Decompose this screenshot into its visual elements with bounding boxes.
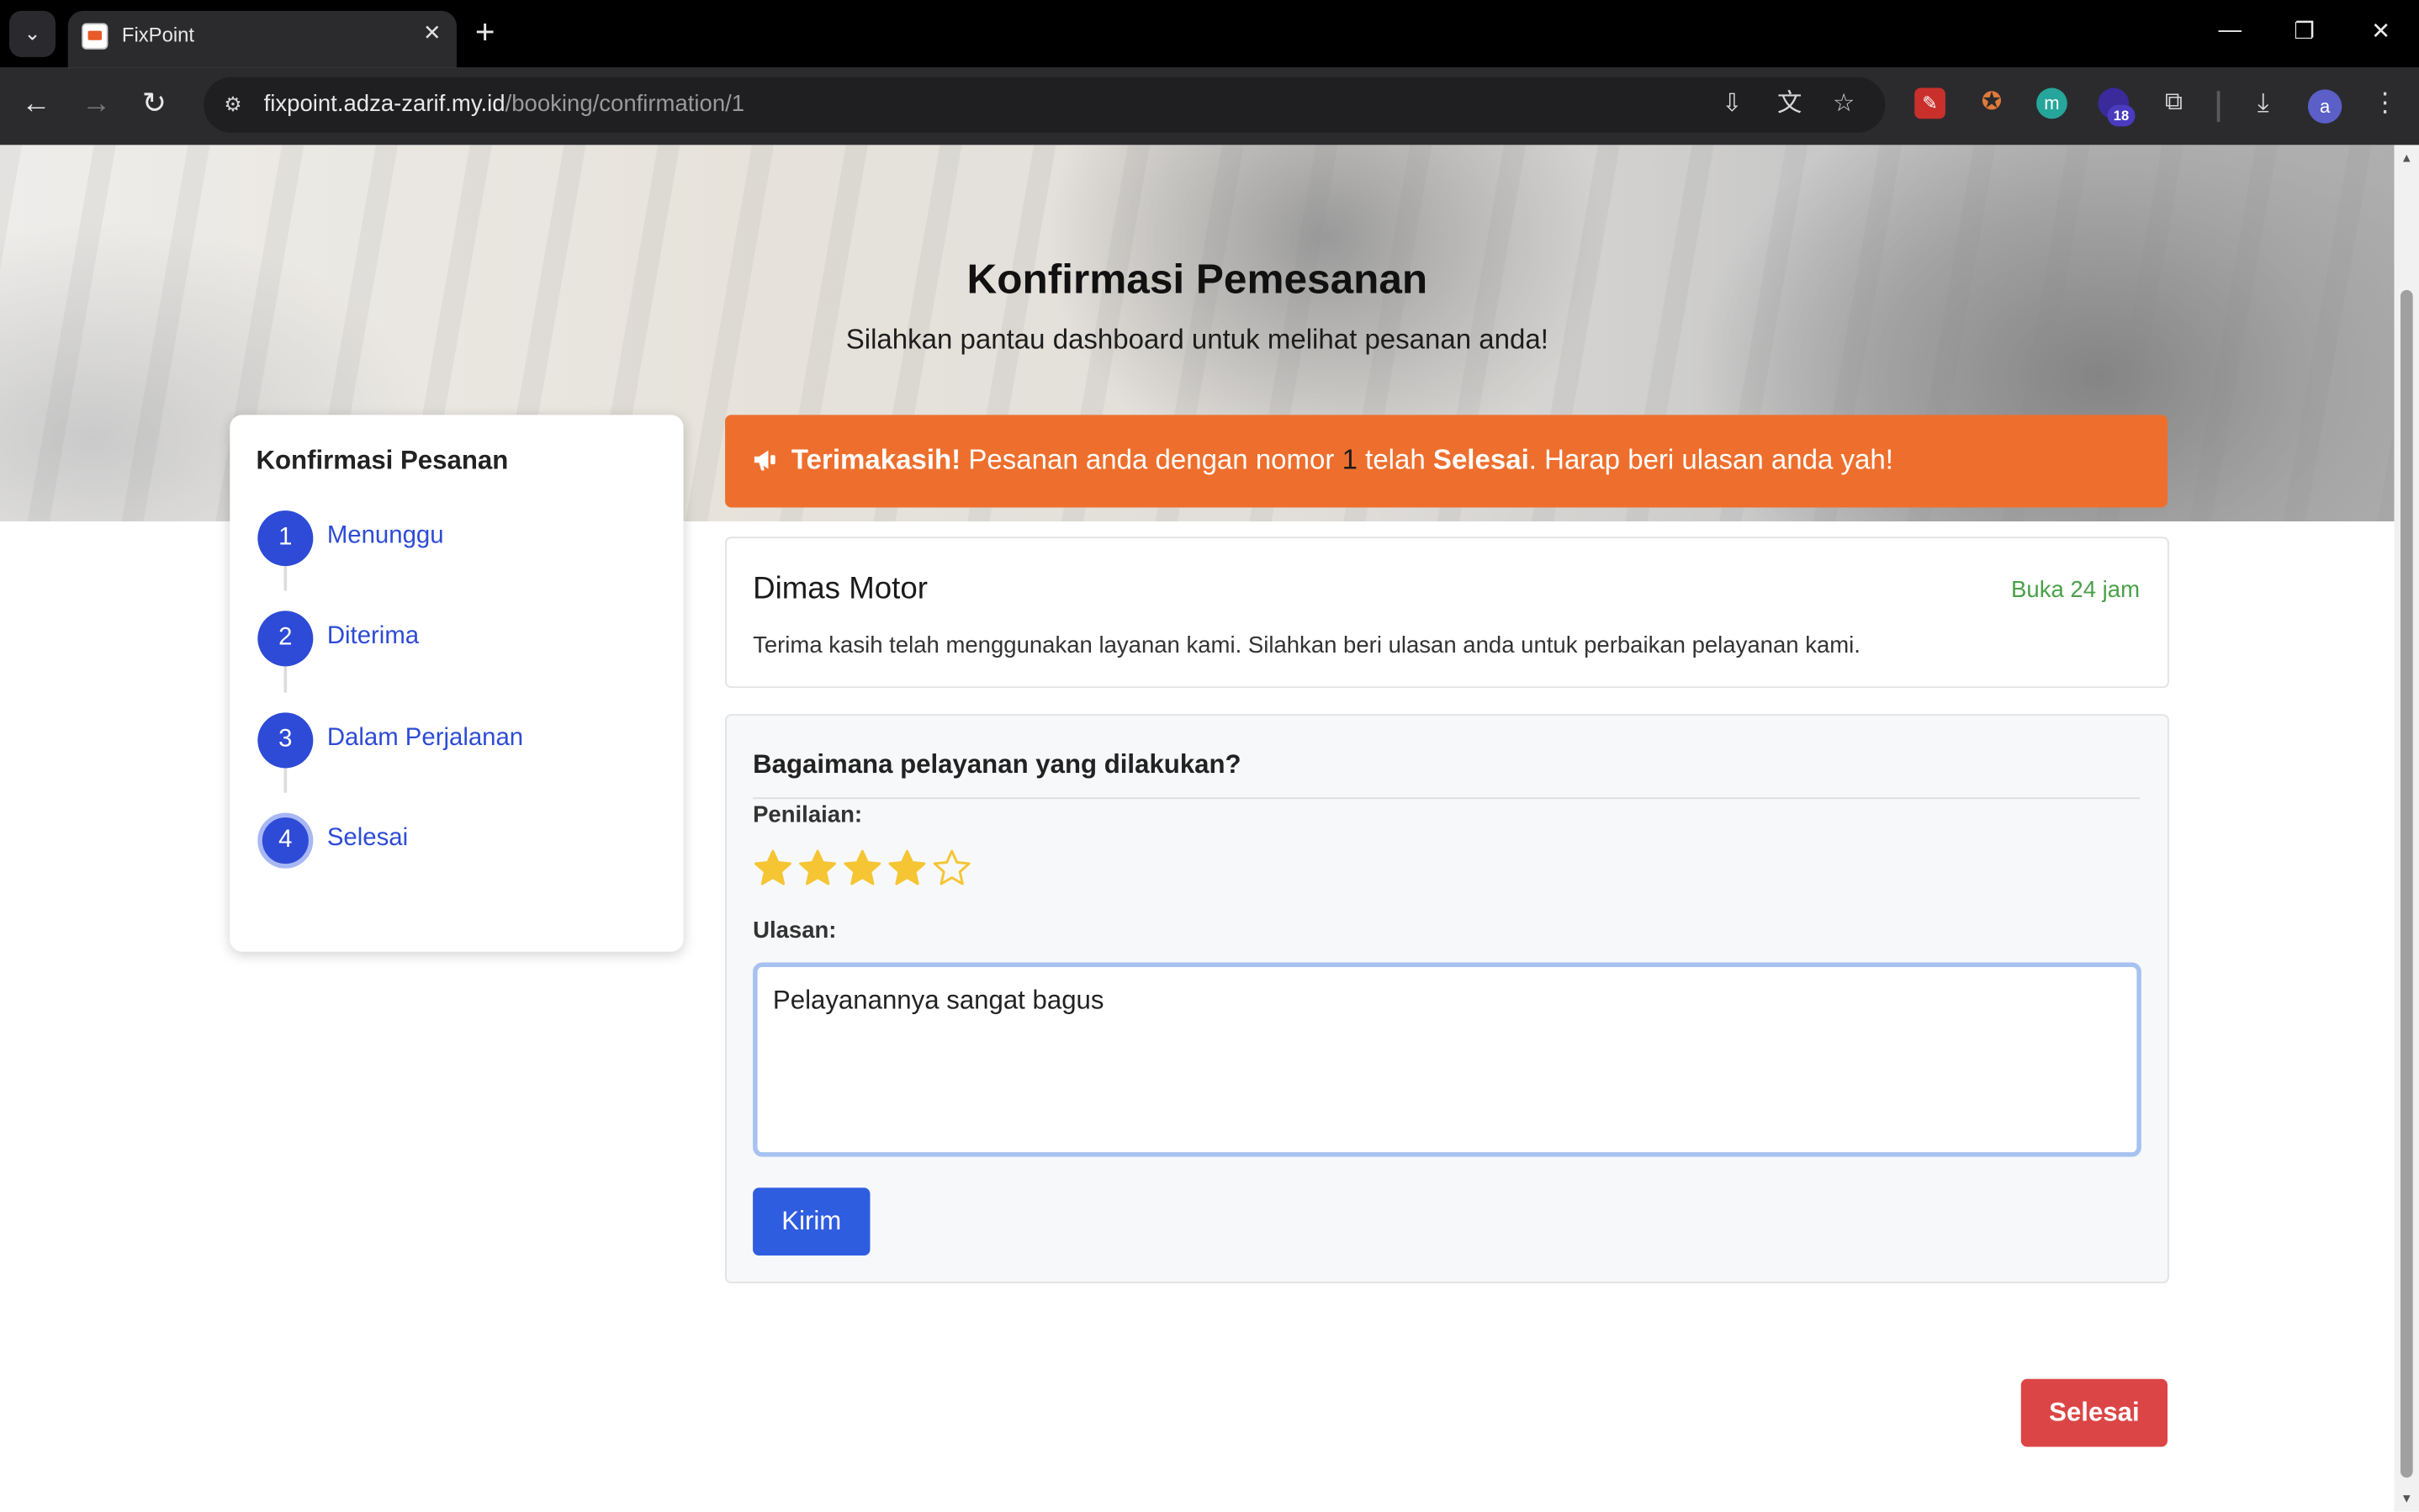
alert-text-part2: telah [1357,444,1433,475]
review-question: Bagaimana pelayanan yang dilakukan? [753,749,1241,780]
steps-title: Konfirmasi Pesanan [256,446,509,475]
star-empty-icon[interactable] [932,849,977,891]
install-app-icon[interactable]: ⇩ [1722,89,1743,120]
shop-name: Dimas Motor [753,572,929,606]
bookmark-star-icon[interactable]: ☆ [1833,89,1855,120]
alert-text-part1: Pesanan anda dengan nomor [961,444,1342,475]
tab-bar: ⌄ FixPoint ✕ + — ❐ ✕ [0,0,2419,68]
step-label: Diterima [326,623,420,650]
browser-menu-icon[interactable]: ⋮ [2369,88,2400,119]
step-number: 1 [257,510,314,567]
browser-toolbar: ← → ↻ ⚙ fixpoint.adza-zarif.my.id/bookin… [0,67,2419,145]
scroll-up-arrow-icon[interactable]: ▲ [2400,151,2413,166]
tab-title: FixPoint [121,23,195,47]
star-filled-icon[interactable] [887,849,932,891]
page-scrollbar[interactable]: ▲ ▼ [2394,145,2419,1512]
translate-icon[interactable]: 文 [1777,89,1802,120]
shop-info-card: Dimas Motor Buka 24 jam Terima kasih tel… [725,537,2169,689]
star-filled-icon[interactable] [753,849,797,891]
restore-icon[interactable]: ❐ [2294,17,2315,45]
url-text[interactable]: fixpoint.adza-zarif.my.id/booking/confir… [264,91,744,117]
star-filled-icon[interactable] [797,849,842,891]
window-close-icon[interactable]: ✕ [2371,17,2390,45]
back-arrow-icon[interactable]: ← [22,87,51,124]
megaphone-icon [754,450,775,471]
finish-button[interactable]: Selesai [2020,1378,2168,1447]
extension-badge: 18 [2107,104,2136,127]
review-form-card: Bagaimana pelayanan yang dilakukan? Peni… [725,714,2169,1284]
browser-window: ⌄ FixPoint ✕ + — ❐ ✕ ← → ↻ ⚙ fixpoint.ad… [0,0,2419,1512]
extension-m-icon[interactable]: m [2036,87,2067,119]
tab-search-chevron-icon[interactable]: ⌄ [9,10,56,57]
browser-tab[interactable]: FixPoint ✕ [67,10,457,68]
star-filled-icon[interactable] [842,849,887,891]
alert-strong: Terimakasih! [791,444,961,475]
divider [753,797,2141,800]
forward-arrow-icon[interactable]: → [82,87,111,124]
url-path: /booking/confirmation/1 [505,91,745,118]
step-number: 3 [257,712,314,769]
submit-review-button[interactable]: Kirim [753,1187,871,1256]
favicon-icon [82,23,109,50]
extension-pen-icon[interactable]: ✎ [1914,87,1945,119]
shop-hours: Buka 24 jam [2011,576,2141,604]
alert-message: Terimakasih! Pesanan anda dengan nomor 1… [791,444,1893,477]
extensions-puzzle-icon[interactable]: ⧉ [2158,88,2189,119]
review-textarea[interactable]: Pelayanannya sangat bagus [753,962,2141,1157]
star-rating [753,849,977,891]
new-tab-plus-icon[interactable]: + [475,13,495,51]
downloads-icon[interactable]: ⤓ [2247,88,2279,119]
order-number: 1 [1342,444,1358,475]
minimize-icon[interactable]: — [2219,17,2242,43]
progress-steps-card: Konfirmasi Pesanan 1 Menunggu 2 Diterima… [230,415,684,952]
step-number-active: 4 [257,812,314,869]
order-status: Selesai [1432,444,1529,475]
step-label: Selesai [326,825,409,852]
review-label: Ulasan: [753,917,837,944]
url-host: fixpoint.adza-zarif.my.id [263,91,506,118]
profile-avatar[interactable]: a [2307,89,2342,124]
shop-description: Terima kasih telah menggunakan layanan k… [753,632,1861,659]
toolbar-separator [2216,91,2221,122]
page-content: Konfirmasi Pemesanan Silahkan pantau das… [0,145,2395,1512]
step-label: Dalam Perjalanan [326,725,524,752]
page-title: Konfirmasi Pemesanan [966,256,1428,303]
address-bar[interactable]: ⚙ fixpoint.adza-zarif.my.id/booking/conf… [204,77,1886,133]
step-number: 2 [257,611,314,667]
page-subtitle: Silahkan pantau dashboard untuk melihat … [845,324,1548,355]
extension-cookie-icon[interactable]: ✪ [1977,88,2008,119]
scroll-down-arrow-icon[interactable]: ▼ [2400,1492,2413,1506]
tab-close-icon[interactable]: ✕ [423,20,442,46]
rating-label: Penilaian: [753,801,863,828]
reload-icon[interactable]: ↻ [142,87,167,124]
success-alert: Terimakasih! Pesanan anda dengan nomor 1… [725,415,2168,508]
site-info-icon[interactable]: ⚙ [219,91,246,119]
step-label: Menunggu [326,522,444,549]
alert-text-part3: . Harap beri ulasan anda yah! [1528,444,1893,475]
scrollbar-thumb[interactable] [2400,289,2413,1478]
